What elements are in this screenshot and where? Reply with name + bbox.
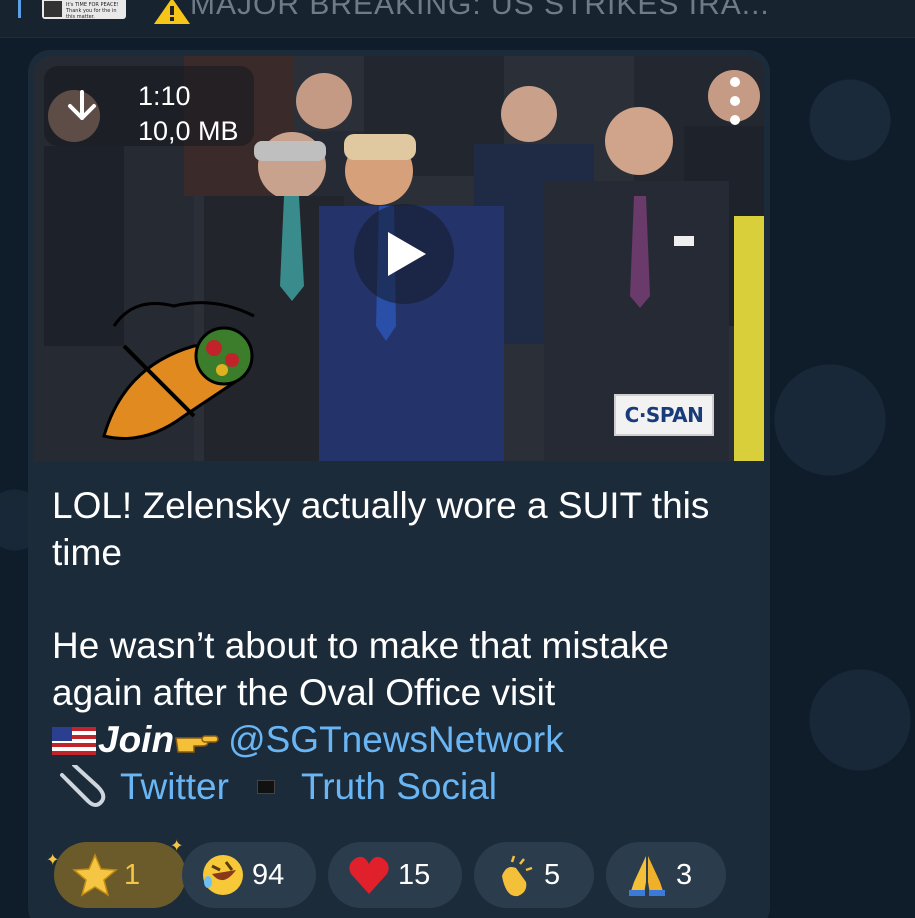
star-icon: [72, 853, 118, 897]
download-badge[interactable]: 1:10 10,0 MB: [44, 66, 254, 146]
social-links-line: Twitter Truth Social: [52, 763, 752, 810]
message-text: LOL! Zelensky actually wore a SUIT this …: [52, 482, 752, 810]
reaction-count: 3: [676, 858, 693, 891]
play-icon: [388, 232, 426, 276]
channel-handle-link[interactable]: @SGTnewsNetwork: [228, 716, 564, 763]
message-line-2: He wasn’t about to make that mistake aga…: [52, 625, 669, 713]
video-duration: 1:10: [138, 81, 191, 111]
reaction-count: 94: [252, 858, 285, 891]
reaction-count: 15: [398, 858, 431, 891]
thumbnail-logo: [44, 1, 62, 17]
channel-watermark-logo: [102, 301, 255, 440]
us-flag-icon: [52, 726, 96, 755]
reaction-pray[interactable]: 3: [606, 842, 726, 908]
pinned-thumbnail-text: It's TIME FOR PEACE! Thank you for the i…: [66, 2, 119, 19]
truth-social-link[interactable]: Truth Social: [301, 763, 497, 810]
video-file-size: 10,0 MB: [138, 116, 239, 146]
message-bubble: 1:10 10,0 MB C·SPAN LOL! Zelensky actual…: [28, 50, 770, 918]
message-line-1: LOL! Zelensky actually wore a SUIT this …: [52, 485, 710, 573]
reactions-bar: ✦ ✦ ✦ 1 94 15 5: [46, 838, 766, 908]
pinned-message-title: MAJOR BREAKING: US STRIKES IRA...: [190, 0, 770, 21]
pointing-hand-icon: [175, 734, 219, 753]
pinned-thumbnail: It's TIME FOR PEACE! Thank you for the i…: [42, 0, 126, 19]
play-button[interactable]: [354, 204, 454, 304]
reaction-count: 1: [124, 858, 141, 891]
rofl-emoji-icon: [203, 855, 243, 895]
reaction-rofl[interactable]: 94: [182, 842, 316, 908]
video-preview[interactable]: 1:10 10,0 MB C·SPAN: [34, 56, 764, 461]
twitter-link[interactable]: Twitter: [120, 763, 229, 810]
pinned-message-bar[interactable]: It's TIME FOR PEACE! Thank you for the i…: [0, 0, 915, 38]
heart-icon: [349, 856, 389, 894]
reaction-count: 5: [544, 858, 561, 891]
join-label: Join: [98, 719, 175, 760]
black-square-icon: [256, 779, 275, 794]
pinned-accent-line: [18, 0, 21, 18]
reaction-clap[interactable]: 5: [474, 842, 594, 908]
broadcaster-logo: C·SPAN: [614, 394, 714, 436]
clapping-hands-icon: [502, 855, 533, 897]
download-icon: [68, 90, 96, 120]
paperclip-icon: [60, 764, 106, 807]
join-line: Join @SGTnewsNetwork: [52, 716, 752, 763]
praying-hands-icon: [629, 856, 665, 896]
reaction-star[interactable]: 1: [54, 842, 186, 908]
more-options-icon[interactable]: [728, 74, 742, 128]
reaction-heart[interactable]: 15: [328, 842, 462, 908]
warning-icon: [154, 0, 190, 24]
